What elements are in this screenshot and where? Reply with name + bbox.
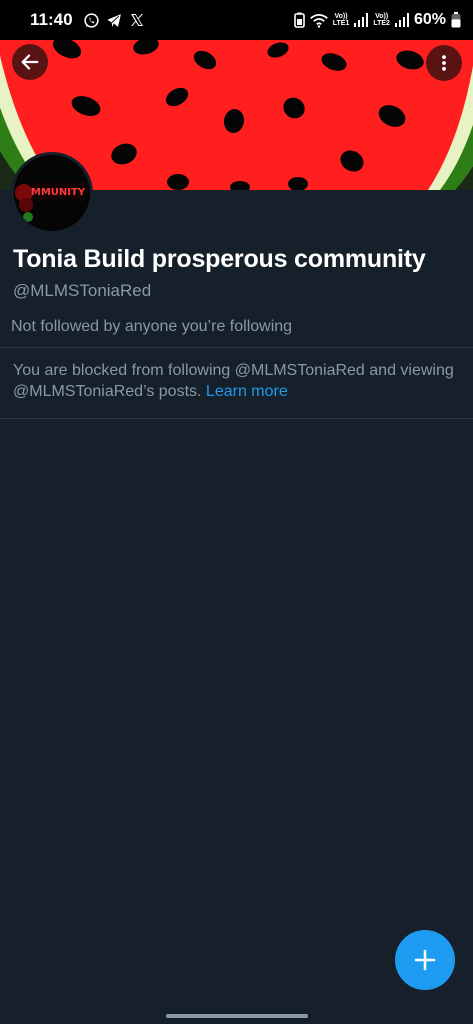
status-bar: 11:40 Vo)) LTE1 Vo)) LTE2 60%: [0, 0, 473, 40]
status-time: 11:40: [30, 10, 73, 29]
profile-handle: @MLMSToniaRed: [13, 281, 152, 300]
whatsapp-icon: [83, 12, 100, 29]
divider: [0, 347, 473, 348]
profile-screen: 11:40 Vo)) LTE1 Vo)) LTE2 60% MMUNITY To…: [0, 0, 473, 1024]
status-left: 11:40: [30, 10, 145, 30]
signal-icon: [394, 13, 409, 27]
avatar[interactable]: MMUNITY: [11, 152, 93, 234]
sim1-volte-label: Vo)): [334, 13, 348, 20]
compose-post-button[interactable]: [395, 930, 455, 990]
arrow-left-icon: [19, 51, 41, 73]
learn-more-link[interactable]: Learn more: [206, 383, 288, 400]
back-button[interactable]: [12, 44, 48, 80]
status-right: Vo)) LTE1 Vo)) LTE2 60%: [293, 11, 461, 29]
avatar-image: MMUNITY: [14, 155, 90, 231]
signal-icon: [354, 13, 369, 27]
followed-by-text: Not followed by anyone you’re following: [11, 318, 293, 335]
blocked-notice: You are blocked from following @MLMSToni…: [13, 360, 463, 402]
sim2-lte-label: LTE2: [373, 20, 390, 27]
battery-saver-icon: [293, 12, 305, 28]
sim1-lte-label: LTE1: [332, 20, 350, 27]
plus-icon: [413, 948, 437, 972]
battery-icon: [451, 12, 461, 28]
display-name: Tonia Build prosperous community: [13, 245, 426, 273]
avatar-logo-text: MMUNITY: [31, 187, 86, 198]
home-indicator[interactable]: [166, 1014, 308, 1018]
wifi-icon: [309, 13, 328, 28]
telegram-icon: [106, 12, 123, 29]
more-vertical-icon: [434, 53, 454, 73]
more-options-button[interactable]: [426, 45, 462, 81]
sim2-indicator: Vo)) LTE2: [373, 13, 390, 27]
sim2-volte-label: Vo)): [375, 13, 389, 20]
x-icon: [129, 12, 145, 28]
sim1-indicator: Vo)) LTE1: [333, 13, 350, 27]
divider: [0, 418, 473, 419]
battery-percent: 60%: [413, 11, 446, 28]
